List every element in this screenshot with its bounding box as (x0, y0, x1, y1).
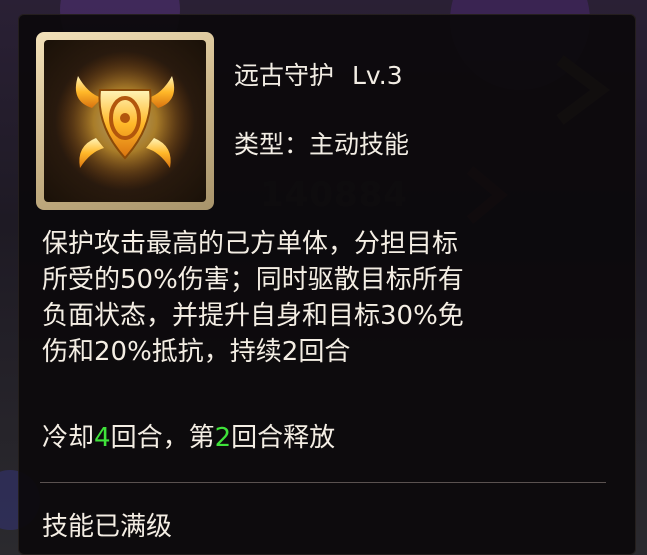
divider (40, 482, 606, 483)
skill-tooltip: 远古守护 Lv.3 类型：主动技能 保护攻击最高的己方单体，分担目标 所受的50… (18, 14, 636, 555)
skill-name: 远古守护 (234, 61, 335, 90)
skill-max-status: 技能已满级 (42, 512, 173, 542)
golden-shield-icon (44, 40, 206, 202)
description-line: 伤和20%抵抗，持续2回合 (42, 337, 351, 367)
skill-type-label: 类型： (234, 130, 310, 159)
cooldown-mid: 回合，第 (110, 423, 215, 453)
skill-title: 远古守护 Lv.3 (234, 56, 403, 92)
game-screen: 140884 (0, 0, 647, 555)
skill-level: Lv.3 (351, 61, 403, 90)
skill-type: 类型：主动技能 (234, 125, 409, 161)
description-line: 所受的50%伤害；同时驱散目标所有 (42, 265, 464, 295)
release-turn: 2 (214, 423, 232, 453)
cooldown-turns: 4 (94, 423, 111, 453)
description-line: 保护攻击最高的己方单体，分担目标 (42, 229, 459, 259)
cooldown-suffix: 回合释放 (231, 423, 336, 453)
skill-description: 保护攻击最高的己方单体，分担目标 所受的50%伤害；同时驱散目标所有 负面状态，… (42, 226, 602, 370)
cooldown-info: 冷却4回合，第2回合释放 (42, 417, 335, 454)
skill-icon-frame (36, 32, 214, 210)
cooldown-prefix: 冷却 (42, 423, 95, 453)
skill-type-value: 主动技能 (309, 130, 410, 159)
description-line: 负面状态，并提升自身和目标30%免 (42, 301, 464, 331)
